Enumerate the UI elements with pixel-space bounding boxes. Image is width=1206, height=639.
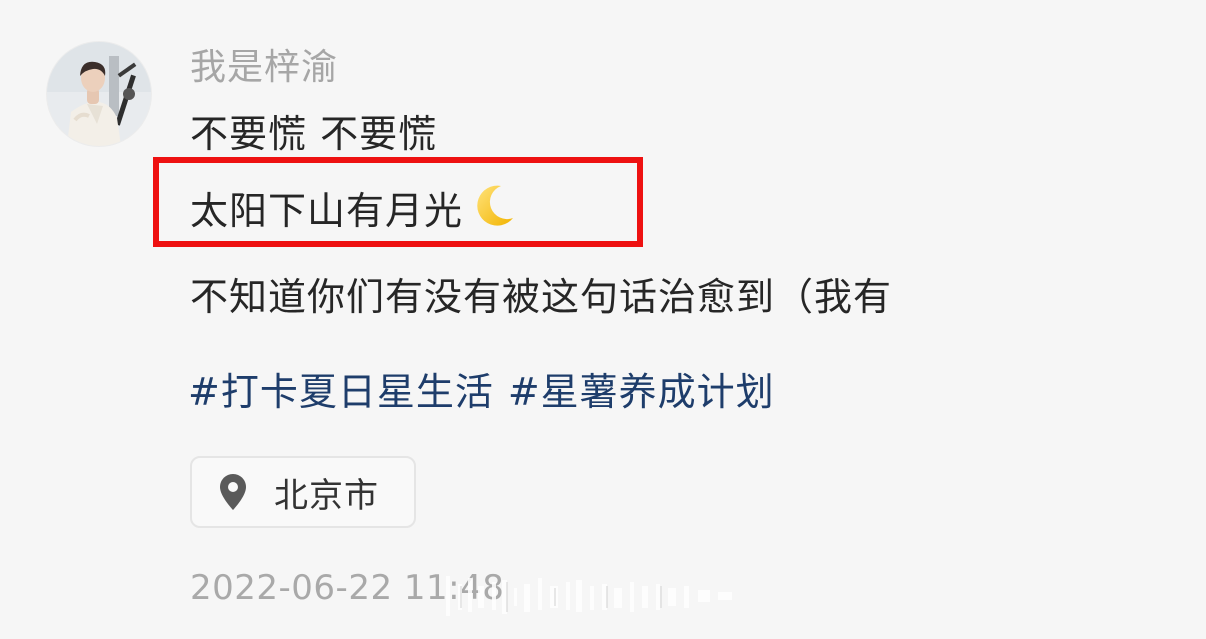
highlight-box xyxy=(153,157,643,247)
post-text-line-1: 不要慌 不要慌 xyxy=(190,112,438,156)
post-text-line-3: 不知道你们有没有被这句话治愈到（我有 xyxy=(190,275,893,319)
avatar[interactable] xyxy=(47,42,151,146)
hashtag-1[interactable]: #打卡夏日星生活 xyxy=(188,370,494,414)
post-card: 我是梓渝 不要慌 不要慌 太阳下山有月光 不知道你们有没有被这句话治愈到（我有 … xyxy=(0,0,1206,639)
hashtag-row: #打卡夏日星生活 #星薯养成计划 xyxy=(188,368,789,416)
watermark xyxy=(446,572,736,622)
username[interactable]: 我是梓渝 xyxy=(190,46,338,90)
location-label: 北京市 xyxy=(274,475,379,516)
hashtag-2[interactable]: #星薯养成计划 xyxy=(508,370,775,414)
location-chip[interactable]: 北京市 xyxy=(190,456,416,528)
location-pin-icon xyxy=(216,472,250,512)
